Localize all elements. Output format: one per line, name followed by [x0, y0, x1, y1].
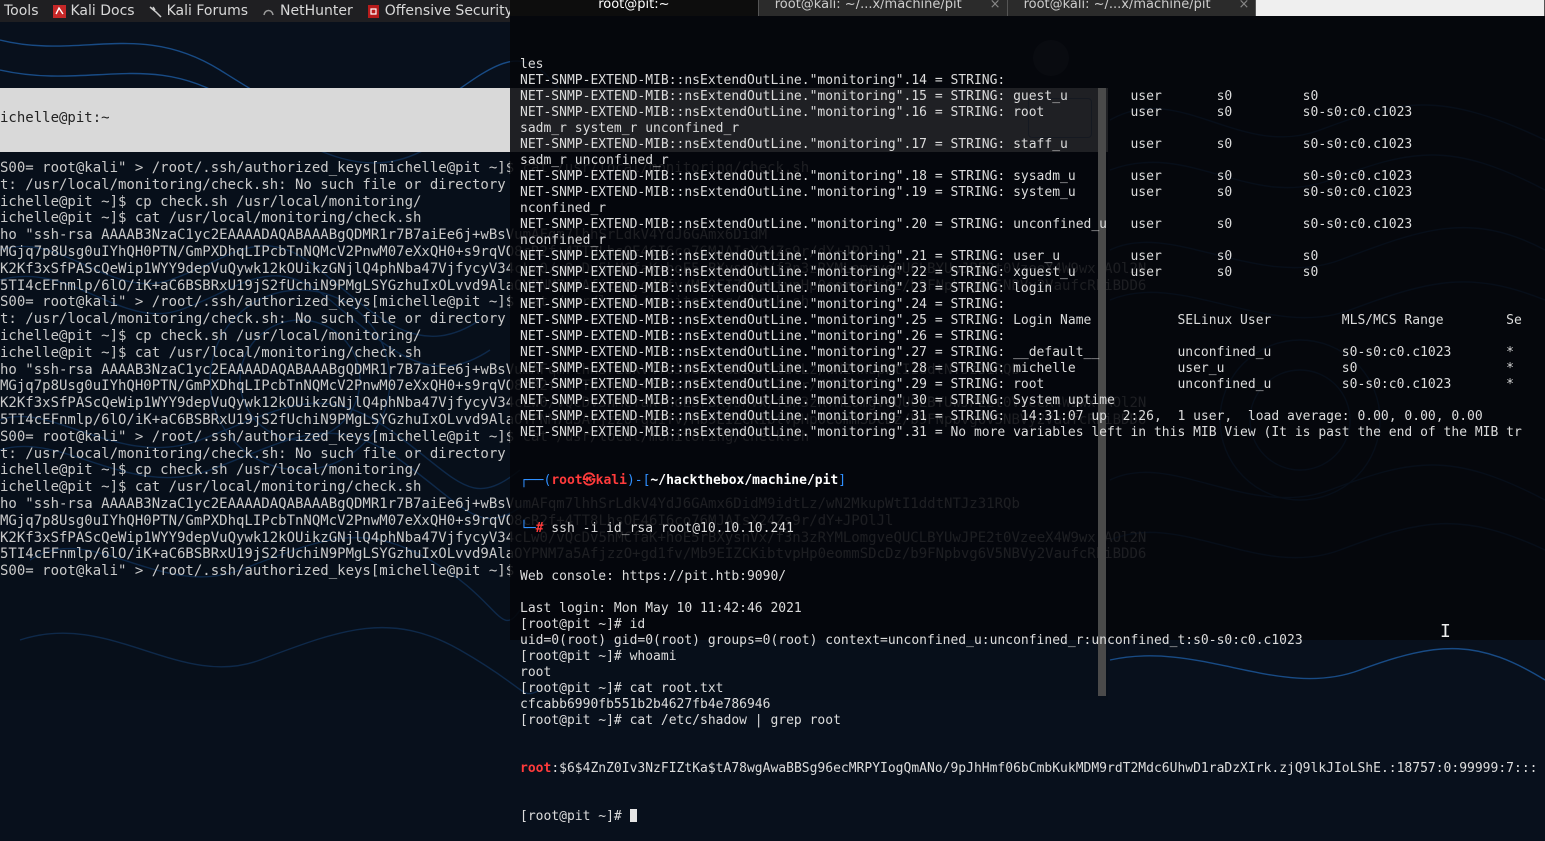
bookmark-label: Tools: [4, 3, 39, 19]
tab-root-kali-1[interactable]: root@kali: ~/...x/machine/pit ×: [759, 0, 1008, 16]
snmp-output-line: NET-SNMP-EXTEND-MIB::nsExtendOutLine."mo…: [520, 361, 1514, 376]
tab-label: root@kali: ~/...x/machine/pit: [1023, 0, 1211, 12]
snmp-output-line: NET-SNMP-EXTEND-MIB::nsExtendOutLine."mo…: [520, 297, 1006, 312]
tab-label: root@kali: ~/...x/machine/pit: [774, 0, 962, 12]
shadow-line: root:$6$4ZnZ0Iv3NzFIZtKa$tA78wgAwaBBSg96…: [520, 761, 1537, 777]
bookmark-label: Offensive Security: [384, 3, 510, 19]
snmp-output-line: NET-SNMP-EXTEND-MIB::nsExtendOutLine."mo…: [520, 409, 1483, 424]
text-cursor: [629, 809, 637, 822]
close-icon[interactable]: ×: [990, 0, 1001, 11]
bookmark-label: Kali Forums: [166, 3, 249, 19]
snmp-output-line: NET-SNMP-EXTEND-MIB::nsExtendOutLine."mo…: [520, 89, 1319, 104]
bookmark-label: Kali Docs: [70, 3, 135, 19]
prompt-path: ~/hackthebox/machine/pit: [650, 473, 839, 488]
snmp-output-line: NET-SNMP-EXTEND-MIB::nsExtendOutLine."mo…: [520, 345, 1514, 360]
snmp-output-line: NET-SNMP-EXTEND-MIB::nsExtendOutLine."mo…: [520, 281, 1053, 296]
snmp-output-line: NET-SNMP-EXTEND-MIB::nsExtendOutLine."mo…: [520, 377, 1514, 392]
bookmark-kali-forums[interactable]: Kali Forums: [149, 3, 248, 19]
session-output-line: [root@pit ~]# cat /etc/shadow | grep roo…: [520, 713, 841, 728]
offsec-icon: [367, 4, 380, 18]
snmp-output-line: sadm_r unconfined_r: [520, 153, 669, 168]
final-prompt-line[interactable]: [root@pit ~]#: [520, 809, 1537, 825]
close-icon[interactable]: ×: [1238, 0, 1249, 11]
session-output-line: [root@pit ~]# id: [520, 617, 646, 632]
ssh-command: ssh -i id_rsa root@10.10.10.241: [543, 521, 794, 536]
shadow-hash: :$6$4ZnZ0Iv3NzFIZtKa$tA78wgAwaBBSg96ecMR…: [551, 761, 1538, 776]
snmp-output-line: NET-SNMP-EXTEND-MIB::nsExtendOutLine."mo…: [520, 137, 1413, 152]
bookmark-kali-docs[interactable]: Kali Docs: [52, 3, 135, 19]
prompt-frame: ┌──(: [520, 473, 552, 488]
terminal-tab-bar: root@pit:~ root@kali: ~/...x/machine/pit…: [510, 0, 1545, 16]
bookmark-tools[interactable]: Tools: [4, 3, 39, 19]
session-output-line: Web console: https://pit.htb:9090/: [520, 569, 787, 584]
snmp-output-line: NET-SNMP-EXTEND-MIB::nsExtendOutLine."mo…: [520, 329, 1006, 344]
snmp-output-line: NET-SNMP-EXTEND-MIB::nsExtendOutLine."mo…: [520, 249, 1319, 264]
left-terminal-title: ichelle@pit:~: [0, 110, 110, 126]
kali-dragon-icon: [149, 5, 162, 18]
right-terminal-output: les NET-SNMP-EXTEND-MIB::nsExtendOutLine.…: [520, 25, 1537, 841]
prompt-frame: ]: [838, 473, 847, 488]
snmp-output-line: NET-SNMP-EXTEND-MIB::nsExtendOutLine."mo…: [520, 169, 1413, 184]
ssh-command-line: └─# ssh -i id_rsa root@10.10.10.241: [520, 521, 1537, 537]
snmp-output-line: NET-SNMP-EXTEND-MIB::nsExtendOutLine."mo…: [520, 313, 1522, 328]
browser-bookmarks-bar: Tools Kali Docs Kali Forums NetHunter Of…: [0, 0, 510, 22]
prompt-user: root㉿kali: [551, 473, 627, 488]
prompt-frame: └─: [520, 521, 536, 536]
tab-root-pit[interactable]: root@pit:~: [510, 0, 759, 16]
bookmark-label: NetHunter: [280, 3, 353, 19]
snmp-output-line: nconfined_r: [520, 201, 607, 216]
snmp-output-line: NET-SNMP-EXTEND-MIB::nsExtendOutLine."mo…: [520, 393, 1115, 408]
bookmark-offensive-security[interactable]: Offensive Security: [367, 3, 510, 19]
kali-docs-icon: [52, 4, 66, 18]
bookmark-nethunter[interactable]: NetHunter: [262, 3, 353, 19]
snmp-output-line: sadm_r system_r unconfined_r: [520, 121, 740, 136]
snmp-output-line: NET-SNMP-EXTEND-MIB::nsExtendOutLine."mo…: [520, 217, 1413, 232]
snmp-output-line: nconfined_r: [520, 233, 607, 248]
prompt-frame: )-[: [626, 473, 651, 488]
session-output-line: [520, 585, 1537, 601]
snmp-output-line: NET-SNMP-EXTEND-MIB::nsExtendOutLine."mo…: [520, 425, 1522, 440]
session-output-line: [root@pit ~]# cat root.txt: [520, 681, 724, 696]
session-output-line: [root@pit ~]# whoami: [520, 649, 677, 664]
nethunter-icon: [262, 5, 275, 18]
session-output-line: Last login: Mon May 10 11:42:46 2021: [520, 601, 802, 616]
session-output-line: root: [520, 665, 552, 680]
ibeam-cursor-icon: I: [1440, 621, 1451, 642]
tab-bar-empty-space: [1256, 0, 1545, 16]
tab-root-kali-2[interactable]: root@kali: ~/...x/machine/pit ×: [1008, 0, 1257, 16]
snmp-output-line: NET-SNMP-EXTEND-MIB::nsExtendOutLine."mo…: [520, 265, 1319, 280]
snmp-output-line: NET-SNMP-EXTEND-MIB::nsExtendOutLine."mo…: [520, 73, 1006, 88]
kali-prompt-line: ┌──(root㉿kali)-[~/hackthebox/machine/pit…: [520, 473, 1537, 489]
final-prompt: [root@pit ~]#: [520, 809, 630, 824]
snmp-output-line: les: [520, 57, 544, 72]
shadow-user: root: [520, 761, 552, 776]
session-output-line: cfcabb6990fb551b2b4627fb4e786946: [520, 697, 771, 712]
session-output-line: uid=0(root) gid=0(root) groups=0(root) c…: [520, 633, 1303, 648]
snmp-output-line: NET-SNMP-EXTEND-MIB::nsExtendOutLine."mo…: [520, 185, 1413, 200]
tab-label: root@pit:~: [598, 0, 670, 12]
snmp-output-line: NET-SNMP-EXTEND-MIB::nsExtendOutLine."mo…: [520, 105, 1413, 120]
